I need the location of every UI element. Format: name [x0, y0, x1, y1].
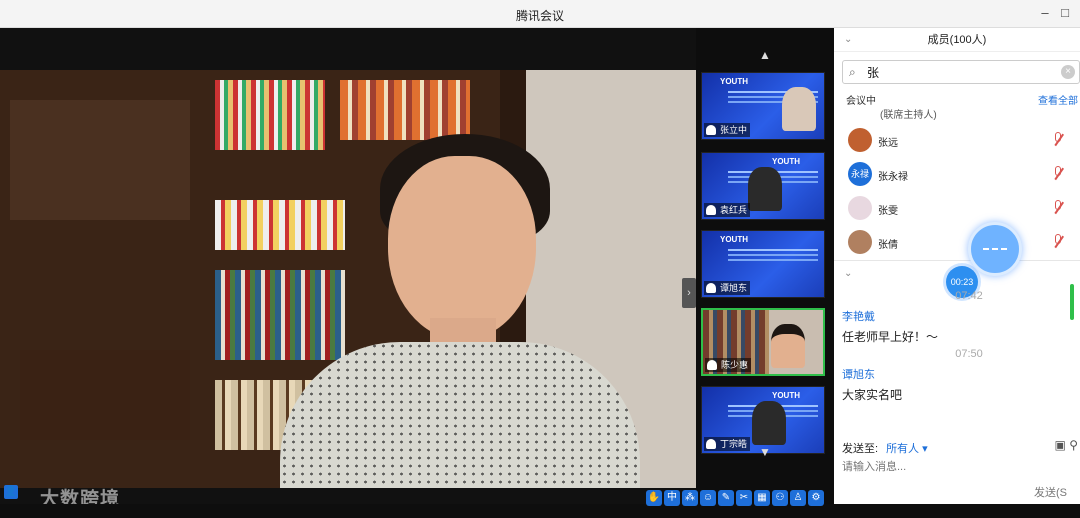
thumbnail-3[interactable]: YOUTH 谭旭东 [701, 230, 825, 298]
maximize-icon[interactable]: □ [1056, 4, 1074, 22]
chat-collapse-icon[interactable]: ⌄ [844, 268, 852, 279]
user-icon [706, 205, 716, 215]
avatar [848, 230, 872, 254]
thumbnail-name: 谭旭东 [704, 281, 751, 295]
thumbnail-name: 陈少惠 [705, 358, 752, 372]
view-all-link[interactable]: 查看全部 [1038, 92, 1078, 107]
member-row[interactable]: 张雯 [846, 194, 1076, 224]
chat-tools: ▣ ⚲ [1055, 438, 1078, 452]
scissors-icon[interactable]: ✂ [736, 490, 752, 506]
mic-muted-icon[interactable] [1052, 200, 1064, 216]
mic-muted-icon[interactable] [1052, 234, 1064, 250]
avatar [848, 128, 872, 152]
avatar: 永禄 [848, 162, 872, 186]
in-meeting-label: 会议中 [846, 96, 876, 107]
avatar [848, 196, 872, 220]
participant-video [771, 324, 805, 368]
chat-sender: 李艳戴 [842, 311, 875, 323]
send-to-row: 发送至: 所有人 ▾ [842, 443, 928, 455]
shirt-icon[interactable]: ♙ [790, 490, 806, 506]
title-bar: 腾讯会议 – □ [0, 0, 1080, 28]
user-icon[interactable]: ⚇ [772, 490, 788, 506]
cohost-note: (联席主持人) [880, 110, 937, 121]
participant-video [748, 167, 782, 211]
window-title: 腾讯会议 [515, 9, 564, 23]
mention-icon[interactable]: ⚲ [1069, 438, 1078, 452]
message-input[interactable] [842, 458, 1042, 476]
emoji-icon[interactable]: ☺ [700, 490, 716, 506]
thumbnail-2[interactable]: YOUTH 袁红兵 [701, 152, 825, 220]
user-icon: 👤 [4, 484, 18, 499]
chat-scrollbar[interactable] [1070, 284, 1074, 320]
thumbnail-name: 张立中 [704, 123, 751, 137]
mic-muted-icon[interactable] [1052, 132, 1064, 148]
chat-sender: 谭旭东 [842, 369, 875, 381]
participant-video [752, 401, 786, 445]
collapse-thumbs-button[interactable]: › [682, 278, 696, 308]
lang-icon[interactable]: 中 [664, 490, 680, 506]
clear-search-icon[interactable]: × [1061, 65, 1075, 79]
search-icon: ⌕ [849, 65, 856, 79]
speaker-name-tag: 👤 [4, 484, 18, 502]
participant-thumbnails: ▲ YOUTH 张立中 YOUTH 袁红兵 YOUTH 谭旭东 陈少惠 YOUT… [696, 28, 834, 504]
grid-icon[interactable]: ▦ [754, 490, 770, 506]
meeting-window: 腾讯会议 – □ 👤 大数跨境 › ▲ YOUTH 张立中 YOUTH 袁红兵 … [0, 0, 1080, 518]
bottom-bar [0, 504, 1080, 518]
member-search[interactable]: ⌕ × [842, 60, 1080, 84]
scroll-down-icon[interactable]: ▼ [696, 445, 834, 459]
floating-record-bubble[interactable] [968, 222, 1022, 276]
watermark: 大数跨境 [40, 489, 121, 504]
member-row[interactable]: 永禄 张永禄 [846, 160, 1076, 190]
mic-icon [707, 360, 717, 370]
member-row[interactable]: 张远 [846, 126, 1076, 156]
thumbnail-name: 袁红兵 [704, 203, 751, 217]
members-panel: ⌄ 成员(100人) ⌕ × 会议中 查看全部 (联席主持人) 张远 永禄 张永… [834, 28, 1080, 504]
main-video-stage: 👤 大数跨境 › [0, 28, 696, 504]
thumbnail-5[interactable]: YOUTH 丁宗皓 [701, 386, 825, 454]
floating-toolbar: ✋ 中 ⁂ ☺ ✎ ✂ ▦ ⚇ ♙ ⚙ [646, 490, 824, 506]
participant-video [782, 87, 816, 131]
gear-icon[interactable]: ⚙ [808, 490, 824, 506]
chat-time: 07:42 [955, 290, 983, 302]
speaker-face [388, 156, 536, 340]
send-to-select[interactable]: 所有人 ▾ [886, 443, 928, 455]
user-icon [706, 125, 716, 135]
chat-time: 07:50 [955, 348, 983, 360]
thumbnail-4-active[interactable]: 陈少惠 [701, 308, 825, 376]
search-input[interactable] [867, 64, 1057, 80]
members-header: ⌄ 成员(100人) [834, 28, 1080, 52]
mic-muted-icon[interactable] [1052, 166, 1064, 182]
thumbnail-1[interactable]: YOUTH 张立中 [701, 72, 825, 140]
dots-icon[interactable]: ⁂ [682, 490, 698, 506]
member-row[interactable]: 张倩 [846, 228, 1076, 258]
minimize-icon[interactable]: – [1036, 4, 1054, 22]
scroll-up-icon[interactable]: ▲ [696, 48, 834, 62]
image-icon[interactable]: ▣ [1055, 438, 1066, 452]
pen-icon[interactable]: ✎ [718, 490, 734, 506]
chat-message: 任老师早上好！～ [842, 330, 939, 344]
chat-message: 大家实名吧 [842, 388, 903, 402]
hand-icon[interactable]: ✋ [646, 490, 662, 506]
speaker-video [0, 70, 696, 488]
send-button[interactable]: 发送(S [1034, 484, 1078, 502]
user-icon [706, 283, 716, 293]
chevron-down-icon[interactable]: ⌄ [844, 28, 852, 52]
